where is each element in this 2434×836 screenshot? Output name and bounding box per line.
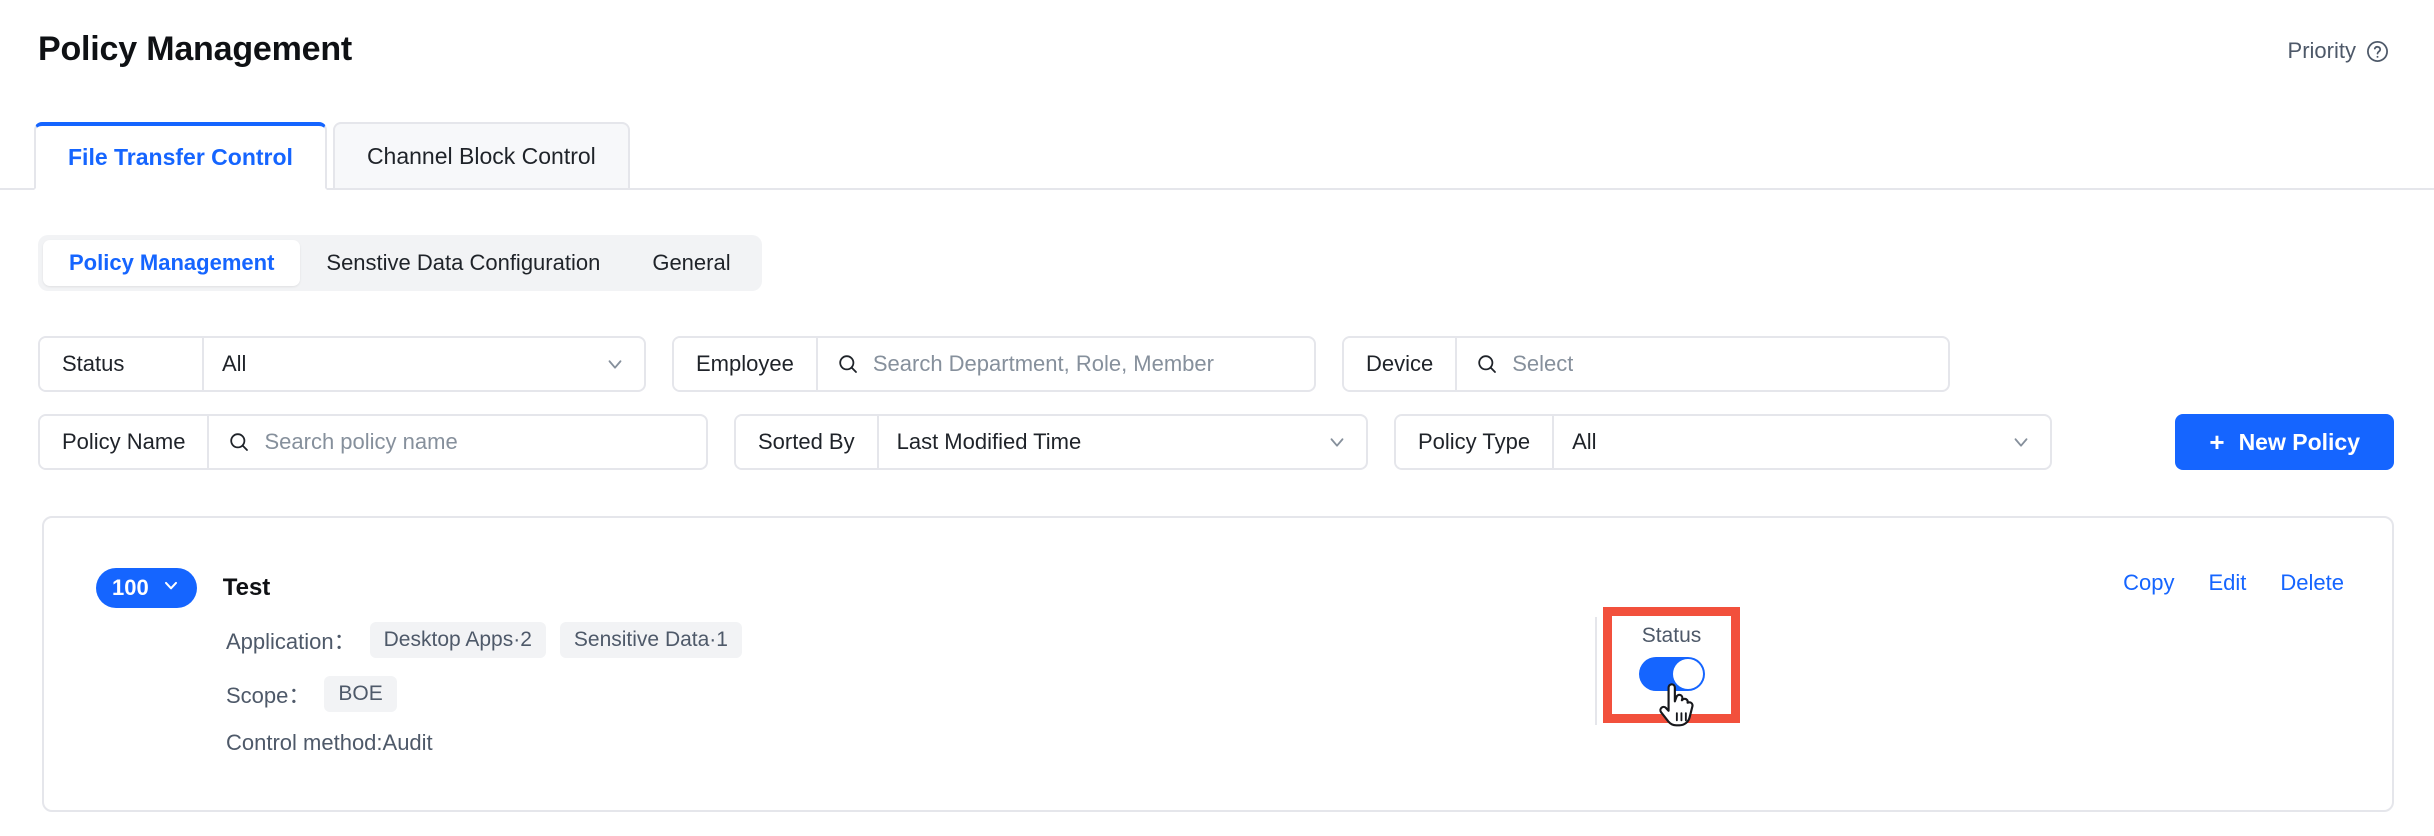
application-label: Application：: [226, 629, 356, 654]
employee-filter[interactable]: Employee Search Department, Role, Member: [672, 336, 1316, 392]
policy-type-filter-label: Policy Type: [1396, 416, 1555, 468]
edit-link[interactable]: Edit: [2208, 570, 2246, 596]
copy-link[interactable]: Copy: [2123, 570, 2174, 596]
policy-name-filter-label: Policy Name: [40, 416, 210, 468]
status-filter-value: All: [222, 351, 247, 376]
priority-indicator: Priority: [2288, 38, 2390, 64]
scope-row: Scope： BOE: [226, 676, 742, 712]
status-toggle-knob: [1672, 659, 1703, 689]
sorted-by-filter[interactable]: Sorted By Last Modified Time: [734, 414, 1368, 470]
application-chip: Desktop Apps·2: [369, 622, 546, 658]
search-icon: [836, 352, 860, 376]
tab-channel-block-control[interactable]: Channel Block Control: [332, 122, 630, 190]
policy-name-filter[interactable]: Policy Name Search policy name: [38, 414, 708, 470]
new-policy-button-label: New Policy: [2238, 428, 2360, 455]
subtab-label: General: [652, 250, 731, 275]
policy-type-value: All: [1572, 429, 1597, 454]
employee-filter-label: Employee: [674, 338, 818, 390]
status-toggle[interactable]: [1638, 657, 1705, 691]
policy-card-header: 100 Test: [96, 568, 270, 608]
chevron-down-icon: [161, 575, 181, 601]
device-filter-label: Device: [1344, 338, 1458, 390]
policy-meta: Application： Desktop Apps·2 Sensitive Da…: [226, 622, 742, 756]
chevron-down-icon[interactable]: [604, 353, 626, 375]
search-icon: [227, 430, 251, 454]
status-filter[interactable]: Status All: [38, 336, 646, 392]
employee-search-input[interactable]: Search Department, Role, Member: [873, 351, 1214, 377]
subtab-policy-management[interactable]: Policy Management: [43, 240, 301, 286]
page-header: Policy Management Priority: [0, 0, 2434, 118]
page-title: Policy Management: [38, 30, 353, 68]
control-method-row: Control method:Audit: [226, 730, 742, 756]
policy-card-actions: Copy Edit Delete: [2123, 570, 2344, 596]
sub-tab-group: Policy Management Senstive Data Configur…: [38, 235, 762, 291]
tab-label: File Transfer Control: [68, 143, 293, 170]
status-filter-label: Status: [40, 338, 204, 390]
tab-label: Channel Block Control: [366, 142, 596, 169]
chevron-down-icon[interactable]: [1326, 431, 1348, 453]
search-icon: [1475, 352, 1499, 376]
tab-file-transfer-control[interactable]: File Transfer Control: [34, 122, 327, 190]
chevron-down-icon[interactable]: [2010, 431, 2032, 453]
device-search-input[interactable]: Select: [1512, 351, 1573, 377]
policy-name-search-input[interactable]: Search policy name: [264, 429, 457, 455]
plus-icon: +: [2209, 427, 2225, 457]
new-policy-button[interactable]: + New Policy: [2175, 414, 2394, 470]
application-row: Application： Desktop Apps·2 Sensitive Da…: [226, 622, 742, 658]
filter-toolbar: Status All Employee Search Department, R…: [38, 336, 2394, 492]
subtab-senstive-data-configuration[interactable]: Senstive Data Configuration: [300, 240, 626, 286]
device-filter[interactable]: Device Select: [1342, 336, 1950, 392]
policy-priority-value: 100: [112, 575, 149, 600]
sorted-by-value: Last Modified Time: [896, 429, 1082, 454]
filter-row-1: Status All Employee Search Department, R…: [38, 336, 2394, 392]
scope-chip: BOE: [324, 676, 397, 712]
filter-row-2: Policy Name Search policy name Sorted By…: [38, 414, 2394, 470]
question-circle-icon[interactable]: [2365, 39, 2390, 64]
control-method-text: Control method:Audit: [226, 730, 433, 755]
status-highlight-box: Status: [1603, 607, 1740, 723]
delete-link[interactable]: Delete: [2280, 570, 2344, 596]
sorted-by-filter-label: Sorted By: [736, 416, 879, 468]
policy-type-filter[interactable]: Policy Type All: [1394, 414, 2052, 470]
status-divider: [1595, 617, 1597, 725]
application-chip: Sensitive Data·1: [559, 622, 742, 658]
subtab-label: Policy Management: [69, 250, 275, 275]
subtab-general[interactable]: General: [626, 240, 756, 286]
policy-priority-selector[interactable]: 100: [96, 568, 197, 608]
subtab-label: Senstive Data Configuration: [326, 250, 601, 275]
priority-label: Priority: [2287, 38, 2356, 63]
scope-label: Scope：: [226, 683, 311, 708]
status-label: Status: [1641, 624, 1702, 647]
main-tab-bar: File Transfer Control Channel Block Cont…: [0, 118, 2434, 190]
policy-name: Test: [222, 574, 271, 601]
